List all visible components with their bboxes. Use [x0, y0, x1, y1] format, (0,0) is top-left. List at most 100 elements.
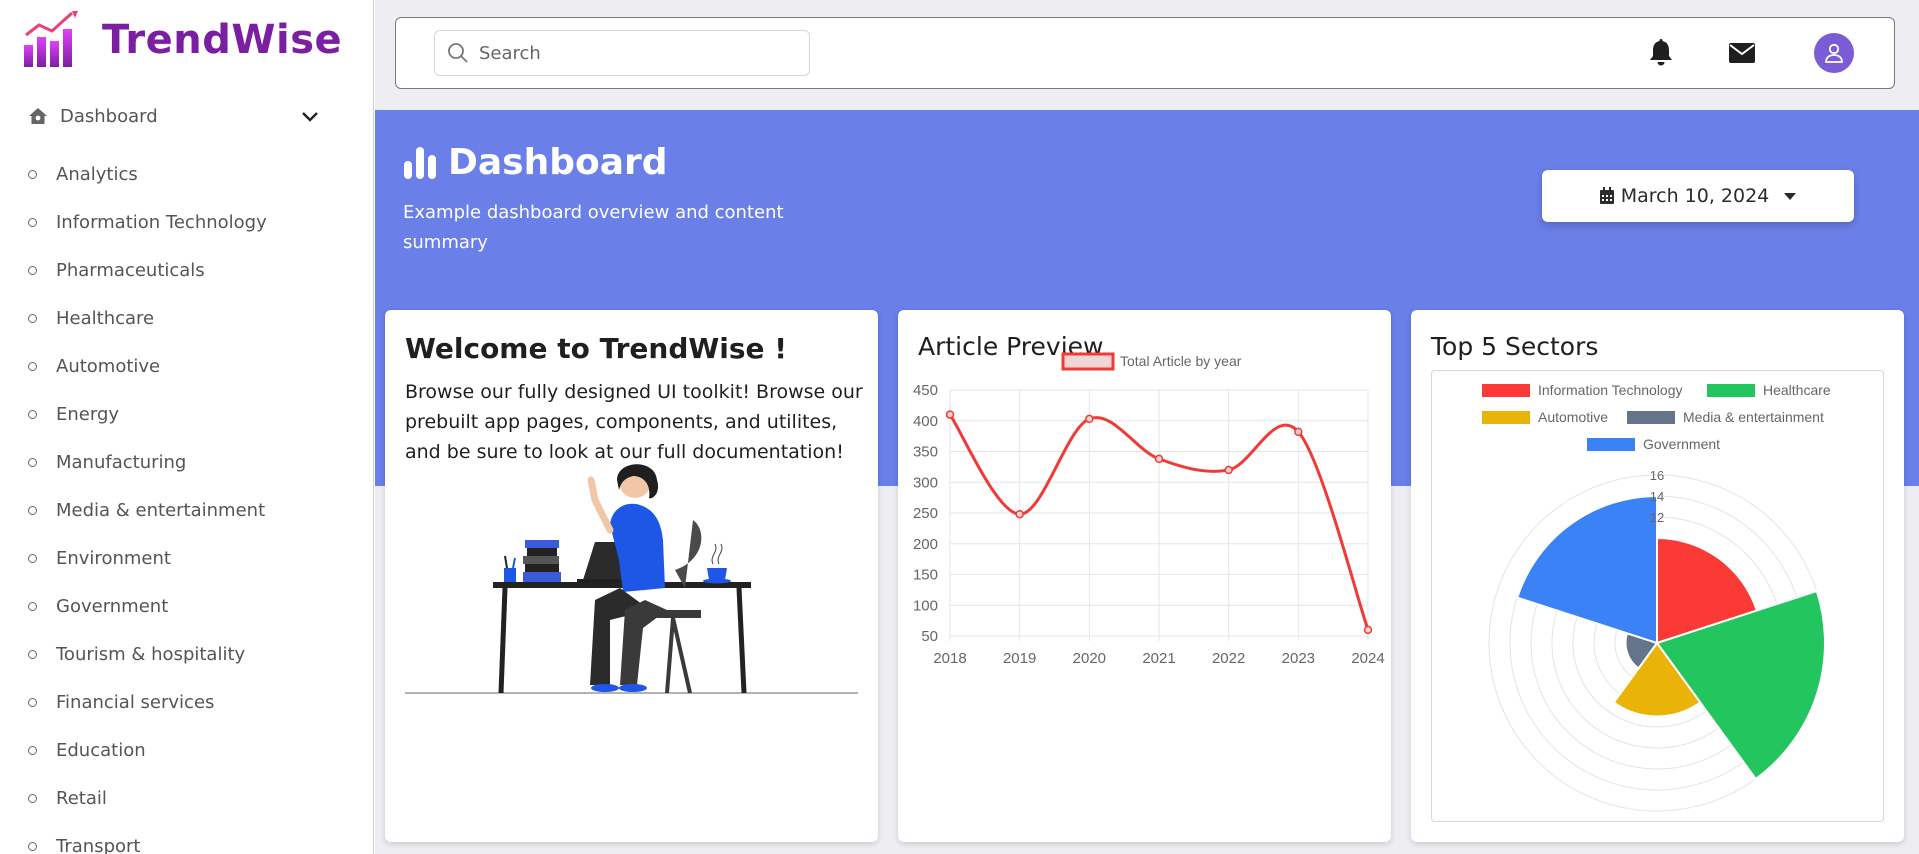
sidebar-item-label: Financial services [56, 691, 215, 713]
date-picker-button[interactable]: March 10, 2024 [1542, 170, 1854, 222]
sidebar-item-label: Government [56, 595, 169, 617]
r-tick-label: 14 [1650, 489, 1664, 504]
sidebar-item-retail[interactable]: Retail [28, 774, 267, 822]
x-tick-label: 2024 [1351, 650, 1384, 667]
sidebar: TrendWise Dashboard Analytics Informatio… [0, 0, 374, 854]
sidebar-item-automotive[interactable]: Automotive [28, 342, 267, 390]
page-subtitle: Example dashboard overview and content s… [403, 202, 784, 253]
sidebar-item-label: Education [56, 739, 146, 761]
mail-icon[interactable] [1727, 40, 1757, 66]
avatar[interactable] [1814, 33, 1854, 73]
bullet-icon [28, 361, 37, 371]
person-at-desk-illustration [405, 464, 858, 694]
sidebar-item-label: Energy [56, 403, 120, 425]
welcome-text: Browse our fully designed UI toolkit! Br… [405, 381, 863, 463]
x-tick-label: 2019 [1003, 650, 1036, 667]
sidebar-item-label: Retail [56, 787, 107, 809]
data-point [1154, 454, 1164, 464]
page-title-text: Dashboard [448, 142, 668, 183]
y-tick-label: 300 [913, 474, 938, 491]
calendar-icon [1599, 187, 1614, 204]
sidebar-item-analytics[interactable]: Analytics [28, 150, 267, 198]
bullet-icon [28, 313, 37, 323]
legend-swatch [1587, 438, 1635, 451]
legend-swatch [1627, 411, 1675, 424]
sidebar-item-tourism-hospitality[interactable]: Tourism & hospitality [28, 630, 267, 678]
y-tick-label: 200 [913, 536, 938, 553]
x-tick-label: 2023 [1282, 650, 1315, 667]
sidebar-item-healthcare[interactable]: Healthcare [28, 294, 267, 342]
home-icon [29, 108, 47, 124]
sectors-polar-chart: Information Technology Healthcare Automoti… [1482, 382, 1831, 812]
welcome-card: Welcome to TrendWise ! Browse our fully … [385, 310, 878, 842]
bar-chart-icon [404, 146, 436, 179]
bullet-icon [28, 169, 37, 179]
user-icon [1825, 43, 1843, 63]
sidebar-item-energy[interactable]: Energy [28, 390, 267, 438]
bullet-icon [28, 217, 37, 227]
data-point [1363, 625, 1373, 635]
x-tick-label: 2018 [933, 650, 966, 667]
bullet-icon [28, 649, 37, 659]
bullet-icon [28, 745, 37, 755]
date-text: March 10, 2024 [1620, 185, 1770, 207]
y-tick-label: 450 [913, 382, 938, 399]
sidebar-item-label: Pharmaceuticals [56, 259, 205, 281]
data-point [1085, 414, 1094, 424]
sidebar-item-label: Manufacturing [56, 451, 187, 473]
sectors-chart-frame: Information Technology Healthcare Automoti… [1431, 370, 1884, 822]
legend-swatch [1061, 352, 1115, 371]
polar-slice [1515, 494, 1658, 645]
x-tick-label: 2020 [1073, 650, 1106, 667]
article-line-chart: Total Article by year 50 100 150 200 250 300 35… [913, 352, 1385, 667]
data-point [1224, 465, 1233, 475]
bullet-icon [28, 265, 37, 275]
bell-icon[interactable] [1646, 38, 1676, 68]
data-point [1015, 509, 1024, 519]
sidebar-item-label: Transport [56, 835, 141, 854]
y-tick-label: 100 [913, 597, 938, 614]
sidebar-item-label: Dashboard [60, 105, 158, 127]
sidebar-item-media-entertainment[interactable]: Media & entertainment [28, 486, 267, 534]
sidebar-item-financial-services[interactable]: Financial services [28, 678, 267, 726]
x-tick-label: 2022 [1212, 650, 1245, 667]
search-box[interactable] [434, 30, 810, 76]
legend-label: Healthcare [1763, 382, 1831, 398]
bullet-icon [28, 841, 37, 851]
bullet-icon [28, 697, 37, 707]
sidebar-item-dashboard[interactable]: Dashboard [28, 102, 328, 130]
chevron-down-icon[interactable] [298, 104, 322, 128]
sidebar-item-education[interactable]: Education [28, 726, 267, 774]
legend-swatch [1707, 384, 1755, 397]
legend-label: Information Technology [1538, 382, 1683, 398]
bullet-icon [28, 457, 37, 467]
sidebar-item-manufacturing[interactable]: Manufacturing [28, 438, 267, 486]
search-input[interactable] [479, 42, 779, 64]
y-tick-label: 50 [921, 628, 938, 645]
sidebar-nav-list: Analytics Information Technology Pharmac… [28, 150, 267, 854]
bullet-icon [28, 601, 37, 611]
bullet-icon [28, 553, 37, 563]
y-tick-label: 250 [913, 505, 938, 522]
r-tick-label: 12 [1650, 510, 1664, 525]
brand-name: TrendWise [102, 17, 343, 63]
bullet-icon [28, 793, 37, 803]
sidebar-item-environment[interactable]: Environment [28, 534, 267, 582]
bullet-icon [28, 505, 37, 515]
sidebar-item-label: Media & entertainment [56, 499, 266, 521]
sidebar-item-government[interactable]: Government [28, 582, 267, 630]
sidebar-item-pharmaceuticals[interactable]: Pharmaceuticals [28, 246, 267, 294]
caret-down-icon [1784, 193, 1797, 200]
sidebar-item-information-technology[interactable]: Information Technology [28, 198, 267, 246]
sidebar-item-label: Environment [56, 547, 171, 569]
y-tick-label: 150 [913, 567, 938, 584]
brand[interactable]: TrendWise [20, 8, 342, 72]
data-point [1294, 427, 1303, 437]
sidebar-item-label: Tourism & hospitality [56, 643, 246, 665]
sidebar-item-transport[interactable]: Transport [28, 822, 267, 854]
brand-chart-icon [24, 11, 78, 67]
search-icon [448, 43, 468, 63]
legend-swatch [1482, 411, 1530, 424]
legend-label: Automotive [1538, 409, 1608, 425]
sidebar-item-label: Information Technology [56, 211, 267, 233]
